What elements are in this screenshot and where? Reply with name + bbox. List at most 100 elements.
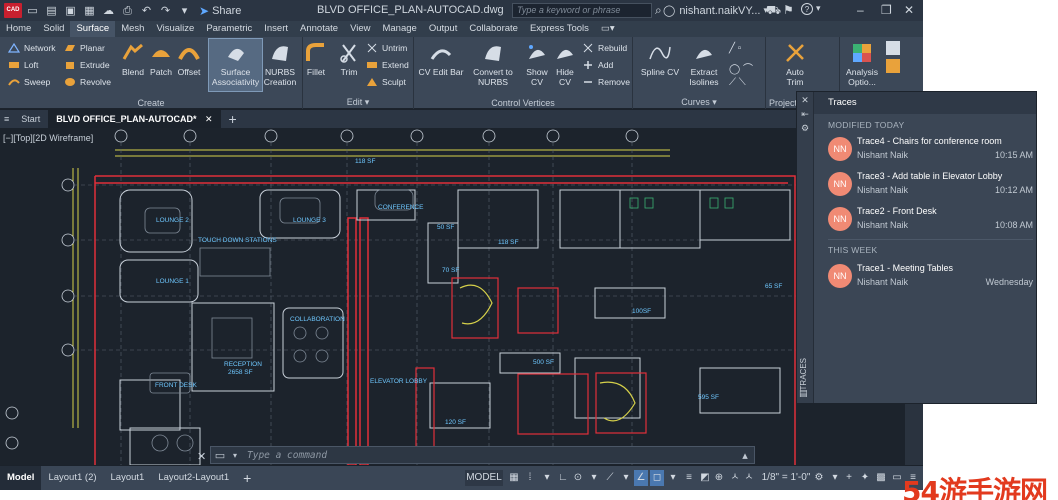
cloud-icon[interactable]: ☁	[100, 4, 117, 18]
ortho-icon[interactable]: ∟	[556, 470, 570, 486]
model-space-toggle[interactable]: MODEL	[465, 470, 503, 486]
help-icon[interactable]: ?	[801, 3, 813, 15]
cart-icon[interactable]: ⛟	[766, 3, 781, 19]
grid-icon[interactable]: ▦	[507, 470, 521, 486]
share-button[interactable]: ➤ Share	[199, 4, 241, 18]
object-snap-icon[interactable]: ◻	[650, 470, 664, 486]
open-folder-icon[interactable]: ▤	[43, 4, 60, 18]
new-file-icon[interactable]: ▭	[24, 4, 41, 18]
nurbs-creation-button[interactable]: NURBS Creation	[263, 41, 297, 87]
tab-output[interactable]: Output	[423, 21, 464, 37]
polar-icon[interactable]: ⊙	[571, 470, 585, 486]
add-icon[interactable]: +	[842, 470, 856, 486]
minimize-icon[interactable]: –	[857, 3, 864, 17]
dropdown-icon[interactable]: ▾	[828, 470, 842, 486]
snap-icon[interactable]: ⁞	[523, 470, 537, 486]
trim-button[interactable]: Trim	[336, 41, 362, 77]
dropdown-icon[interactable]: ▾	[587, 470, 601, 486]
tab-overflow-icon[interactable]: ▭▾	[595, 21, 621, 37]
chevron-up-icon[interactable]: ▴	[736, 449, 754, 462]
command-history-icon[interactable]: ▭	[211, 449, 229, 462]
auto-hide-icon[interactable]: ⇤	[797, 109, 813, 120]
tab-parametric[interactable]: Parametric	[200, 21, 258, 37]
planar-button[interactable]: Planar	[64, 43, 105, 53]
panel-title-curves[interactable]: Curves ▾	[633, 97, 765, 108]
tab-home[interactable]: Home	[0, 21, 37, 37]
extend-button[interactable]: Extend	[366, 60, 409, 70]
network-button[interactable]: Network	[8, 43, 56, 53]
patch-button[interactable]: Patch	[148, 41, 174, 77]
blend-button[interactable]: Blend	[120, 41, 146, 77]
dropdown-icon[interactable]: ▾	[540, 470, 554, 486]
layout-tab-layout1-2[interactable]: Layout1 (2)	[41, 466, 103, 490]
workspace-icon[interactable]: ⚙	[812, 470, 826, 486]
doc-tab-start[interactable]: Start	[13, 110, 48, 128]
cv-edit-bar-button[interactable]: CV Edit Bar	[416, 41, 466, 77]
analysis-options-button[interactable]: Analysis Optio...	[842, 41, 882, 87]
tab-annotate[interactable]: Annotate	[294, 21, 344, 37]
annotation-visibility-icon[interactable]: ㅅ	[728, 470, 742, 486]
object-snap-tracking-icon[interactable]: ∠	[634, 470, 648, 486]
command-line[interactable]: ▭ ▾ Type a command ▴	[210, 446, 755, 464]
chevron-down-icon[interactable]: ▾	[816, 3, 821, 14]
trace-item[interactable]: NN Trace1 - Meeting Tables Nishant Naik …	[828, 260, 1033, 294]
isodraft-icon[interactable]: ⟋	[603, 470, 617, 486]
tab-solid[interactable]: Solid	[37, 21, 70, 37]
sculpt-button[interactable]: Sculpt	[366, 77, 406, 87]
undo-icon[interactable]: ↶	[138, 4, 155, 18]
save-as-icon[interactable]: ▦	[81, 4, 98, 18]
new-tab-button[interactable]: +	[221, 110, 245, 128]
overflow-panel-icon[interactable]	[886, 41, 900, 55]
annotation-scale-select[interactable]: 1/8" = 1'-0" ▾	[758, 470, 814, 490]
doc-tab-active[interactable]: BLVD OFFICE_PLAN-AUTOCAD* ✕	[48, 110, 221, 128]
save-icon[interactable]: ▣	[62, 4, 79, 18]
revolve-button[interactable]: Revolve	[64, 77, 111, 87]
doc-tab-menu-icon[interactable]: ≡	[0, 110, 13, 128]
remove-button[interactable]: Remove	[582, 77, 630, 87]
auto-scale-icon[interactable]: ㅅ	[742, 470, 756, 486]
chevron-down-icon[interactable]: ▾	[229, 451, 241, 460]
selection-cycling-icon[interactable]: ⊕	[712, 470, 726, 486]
loft-button[interactable]: Loft	[8, 60, 38, 70]
tab-surface[interactable]: Surface	[70, 21, 116, 37]
close-icon[interactable]: ✕	[904, 3, 914, 17]
polyline-tool-icon[interactable]: ⟋ ⟍	[729, 77, 746, 88]
convert-to-nurbs-button[interactable]: Convert to NURBS	[470, 41, 516, 87]
search-input[interactable]: Type a keyword or phrase	[512, 3, 652, 18]
tab-insert[interactable]: Insert	[258, 21, 294, 37]
add-layout-button[interactable]: +	[236, 466, 258, 490]
help-network-icon[interactable]: ⚑	[783, 3, 794, 17]
spline-cv-button[interactable]: Spline CV	[639, 41, 681, 77]
hide-cv-button[interactable]: Hide CV	[551, 41, 579, 87]
close-tab-icon[interactable]: ✕	[205, 114, 213, 124]
layout-tab-layout2[interactable]: Layout2-Layout1	[151, 466, 236, 490]
panel-title-edit[interactable]: Edit ▾	[303, 97, 413, 108]
transparency-icon[interactable]: ◩	[698, 470, 712, 486]
rebuild-button[interactable]: Rebuild	[582, 43, 627, 53]
trace-item[interactable]: NN Trace4 - Chairs for conference room N…	[828, 133, 1033, 167]
restore-icon[interactable]: ❐	[881, 3, 892, 17]
dropdown-icon[interactable]: ▾	[666, 470, 680, 486]
tab-manage[interactable]: Manage	[376, 21, 422, 37]
command-close-icon[interactable]: ✕	[197, 450, 206, 463]
app-logo[interactable]: CAD	[4, 3, 22, 18]
search-icon[interactable]: ⌕	[655, 3, 662, 18]
print-icon[interactable]: ⎙	[119, 4, 136, 18]
trace-item[interactable]: NN Trace3 - Add table in Elevator Lobby …	[828, 168, 1033, 202]
dropdown-icon[interactable]: ▾	[619, 470, 633, 486]
fillet-button[interactable]: Fillet	[303, 41, 329, 77]
offset-button[interactable]: Offset	[175, 41, 203, 77]
tab-express-tools[interactable]: Express Tools	[524, 21, 595, 37]
show-cv-button[interactable]: Show CV	[523, 41, 551, 87]
untrim-button[interactable]: Untrim	[366, 43, 407, 53]
layout-tab-model[interactable]: Model	[0, 466, 42, 490]
tab-collaborate[interactable]: Collaborate	[463, 21, 524, 37]
tab-mesh[interactable]: Mesh	[115, 21, 150, 37]
user-menu[interactable]: ◯ nishant.naikVY... ▾	[663, 4, 768, 18]
surface-associativity-button[interactable]: Surface Associativity	[208, 38, 263, 92]
close-palette-icon[interactable]: ✕	[797, 95, 813, 106]
auto-trim-button[interactable]: Auto Trim	[780, 41, 810, 87]
palette-menu-icon[interactable]: ▤	[799, 388, 808, 399]
arc-tool-icon[interactable]: ◯ ⌒	[729, 60, 753, 75]
extrude-button[interactable]: Extrude	[64, 60, 110, 70]
